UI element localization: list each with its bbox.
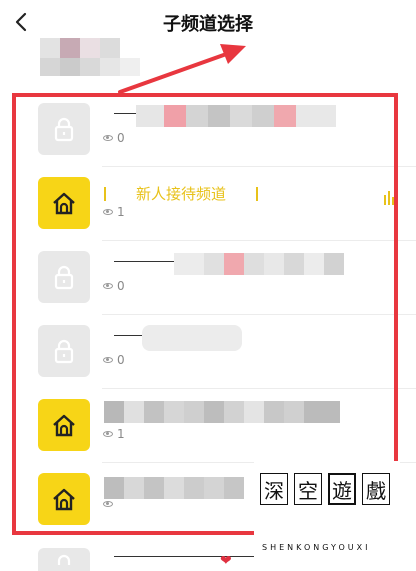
eye-icon: [103, 357, 113, 363]
logo-subtitle: SHENKONGYOUXI: [262, 543, 371, 552]
watermark-logo: 深 空 遊 戲 SHENKONGYOUXI: [254, 461, 400, 559]
redacted-channel-name: [104, 477, 254, 499]
redacted-channel-name: [114, 556, 274, 557]
eye-icon: [103, 135, 113, 141]
channel-tile: [38, 251, 90, 303]
heart-icon: ❤: [220, 553, 232, 569]
lock-icon: [54, 117, 74, 142]
channel-name: 新人接待频道: [136, 185, 227, 203]
cursor-bar: [256, 186, 259, 201]
viewer-count: 0: [103, 131, 125, 145]
logo-char: 空: [294, 473, 322, 505]
eye-icon: [103, 283, 113, 289]
channel-tile: [38, 325, 90, 377]
logo-char: 遊: [328, 473, 356, 505]
logo-char: 深: [260, 473, 288, 505]
viewer-count-value: 0: [117, 353, 125, 367]
redacted-channel-name: [104, 253, 364, 275]
viewer-count: 1: [103, 427, 125, 441]
channel-row[interactable]: 0: [0, 93, 416, 167]
channel-tile: [38, 548, 90, 571]
audio-level-icon: [384, 191, 394, 205]
active-channel-name-wrap: 新人接待频道: [104, 183, 259, 204]
page-title: 子频道选择: [163, 14, 253, 35]
lock-icon: [54, 339, 74, 364]
channel-tile: [38, 177, 90, 229]
channel-tile: [38, 399, 90, 451]
cursor-bar: [104, 186, 106, 201]
channel-tile: [38, 473, 90, 525]
channel-row[interactable]: 0: [0, 241, 416, 315]
viewer-count: 1: [103, 205, 125, 219]
home-icon: [53, 488, 75, 511]
channel-tile: [38, 103, 90, 155]
viewer-count-value: 1: [117, 205, 125, 219]
redacted-channel-name: [104, 105, 354, 127]
viewer-count-value: 1: [117, 427, 125, 441]
viewer-count-value: 0: [117, 131, 125, 145]
eye-icon: [103, 209, 113, 215]
redacted-channel-name: [104, 325, 264, 351]
lock-icon: [57, 554, 71, 565]
viewer-count: [103, 501, 117, 507]
eye-icon: [103, 431, 113, 437]
redacted-channel-name: [104, 401, 344, 423]
channel-row-active[interactable]: 新人接待频道 1: [0, 167, 416, 241]
viewer-count-value: 0: [117, 279, 125, 293]
channel-row[interactable]: 1: [0, 389, 416, 463]
home-icon: [53, 414, 75, 437]
home-icon: [53, 192, 75, 215]
viewer-count: 0: [103, 353, 125, 367]
lock-icon: [54, 265, 74, 290]
eye-icon: [103, 501, 113, 507]
logo-char: 戲: [362, 473, 390, 505]
channel-row[interactable]: 0: [0, 315, 416, 389]
viewer-count: 0: [103, 279, 125, 293]
redacted-subtitle: [40, 38, 160, 76]
